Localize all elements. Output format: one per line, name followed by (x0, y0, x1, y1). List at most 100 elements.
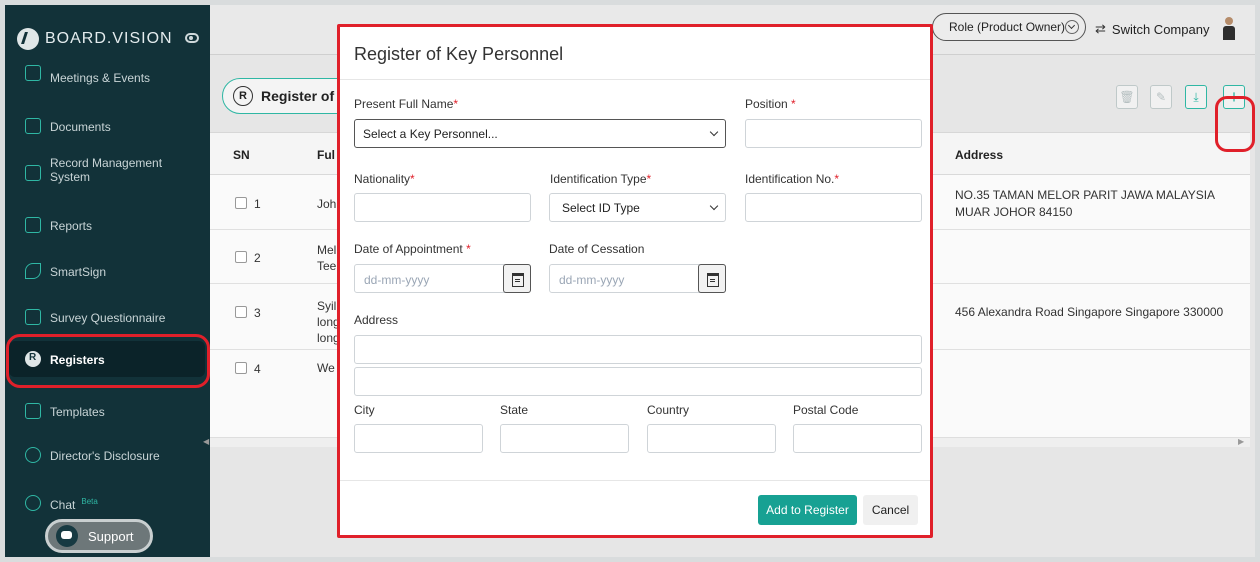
full-name-label: Present Full Name* (354, 97, 459, 111)
date-cessation-label: Date of Cessation (549, 242, 645, 256)
sidebar-item-label: Survey Questionnaire (50, 311, 166, 325)
row-sn: 4 (254, 362, 261, 376)
row-sn: 3 (254, 306, 261, 320)
sidebar-item-label: Chat Beta (50, 497, 98, 512)
full-name-select-value: Select a Key Personnel... (363, 127, 498, 141)
nationality-field[interactable] (354, 193, 531, 222)
country-field[interactable] (647, 424, 776, 453)
role-select[interactable]: Role (Product Owner) (932, 13, 1086, 41)
address-line-1-field[interactable] (354, 335, 922, 364)
trash-icon: 🗑 (1119, 90, 1135, 104)
row-name: Mel Tee (317, 243, 337, 273)
switch-company-label: Switch Company (1111, 21, 1210, 37)
postal-code-field[interactable] (793, 424, 922, 453)
row-name: Joh (317, 197, 337, 211)
records-icon (25, 165, 41, 181)
download-icon: ⤓ (1193, 89, 1199, 104)
swap-arrows-icon: ⇄ (1095, 21, 1106, 36)
delete-button[interactable]: 🗑 (1116, 85, 1138, 109)
row-checkbox[interactable] (235, 306, 247, 318)
sidebar-item-label: Record Management System (50, 156, 163, 184)
country-label: Country (647, 403, 690, 417)
board-vision-logo-icon (17, 28, 39, 50)
full-name-select[interactable]: Select a Key Personnel... (354, 119, 726, 148)
signature-icon (25, 263, 41, 279)
download-button[interactable]: ⤓ (1185, 85, 1207, 109)
row-checkbox[interactable] (235, 251, 247, 263)
register-key-personnel-modal: Register of Key Personnel Present Full N… (337, 24, 933, 538)
position-field[interactable] (745, 119, 922, 148)
sidebar-item-label: Meetings & Events (50, 71, 151, 85)
state-label: State (500, 403, 529, 417)
chevron-down-icon (1065, 20, 1079, 34)
address-line-2-field[interactable] (354, 367, 922, 396)
column-header-full-name[interactable]: Ful (317, 148, 335, 162)
sidebar-item-label: Documents (50, 120, 111, 134)
pencil-icon: ✎ (1155, 90, 1167, 104)
survey-icon (25, 309, 41, 325)
add-to-register-button[interactable]: Add to Register (758, 495, 857, 525)
support-button[interactable]: Support (45, 519, 153, 553)
calendar-icon[interactable] (698, 264, 726, 293)
column-header-address[interactable]: Address (955, 148, 1003, 162)
highlight-registers (6, 334, 210, 388)
row-sn: 2 (254, 251, 261, 265)
sidebar-item-label: Reports (50, 219, 93, 233)
chevron-down-icon (709, 201, 719, 211)
sidebar-item-label: Templates (50, 405, 105, 419)
column-header-sn[interactable]: SN (233, 148, 250, 162)
date-appointment-label: Date of Appointment * (354, 242, 471, 256)
support-label: Support (88, 528, 134, 544)
scroll-left-icon[interactable]: ◀ (203, 437, 209, 446)
brand-name: BOARD.VISION (45, 30, 173, 47)
calendar-check-icon (25, 65, 41, 81)
highlight-add-button (1215, 96, 1255, 152)
nationality-label: Nationality* (354, 172, 415, 186)
switch-company-button[interactable]: ⇄ Switch Company (1095, 21, 1209, 37)
date-appointment-field[interactable]: dd-mm-yyyy (354, 264, 531, 293)
templates-icon (25, 403, 41, 419)
row-name: We (317, 361, 335, 375)
city-label: City (354, 403, 375, 417)
id-type-select[interactable]: Select ID Type (549, 193, 726, 222)
modal-title: Register of Key Personnel (354, 44, 564, 64)
date-cessation-field[interactable]: dd-mm-yyyy (549, 264, 726, 293)
sidebar-item-label: SmartSign (50, 265, 107, 279)
avatar[interactable] (1222, 17, 1236, 41)
role-select-value: Role (Product Owner) (949, 20, 1066, 34)
id-no-field[interactable] (745, 193, 922, 222)
modal-divider (340, 79, 930, 80)
edit-button[interactable]: ✎ (1150, 85, 1172, 109)
row-name: Syil long long (317, 299, 337, 345)
report-icon (25, 217, 41, 233)
cancel-button[interactable]: Cancel (863, 495, 918, 525)
disclosure-icon (25, 447, 41, 463)
address-label: Address (354, 313, 399, 327)
scroll-right-icon[interactable]: ▶ (1238, 437, 1244, 446)
sidebar-toggle-icon[interactable] (185, 33, 199, 43)
city-field[interactable] (354, 424, 483, 453)
state-field[interactable] (500, 424, 629, 453)
postal-code-label: Postal Code (793, 403, 859, 417)
beta-badge: Beta (81, 497, 98, 506)
calendar-icon[interactable] (503, 264, 531, 293)
document-icon (25, 118, 41, 134)
row-address: 456 Alexandra Road Singapore Singapore 3… (955, 305, 1224, 319)
id-no-label: Identification No.* (745, 172, 840, 186)
registers-badge-icon: R (233, 86, 253, 106)
page-title-text: Register of (261, 88, 335, 104)
id-type-label: Identification Type* (550, 172, 652, 186)
sidebar-item-label: Director's Disclosure (50, 449, 160, 463)
brand[interactable]: BOARD.VISION (17, 25, 173, 53)
row-checkbox[interactable] (235, 362, 247, 374)
sidebar: BOARD.VISION Meetings & Events Documents… (5, 5, 210, 557)
date-cessation-placeholder: dd-mm-yyyy (559, 273, 625, 287)
date-appointment-placeholder: dd-mm-yyyy (364, 273, 430, 287)
row-address: NO.35 TAMAN MELOR PARIT JAWA MALAYSIA MU… (955, 188, 1215, 219)
id-type-select-value: Select ID Type (562, 201, 640, 215)
position-label: Position * (745, 97, 796, 111)
chevron-down-icon (709, 127, 719, 137)
modal-divider (340, 480, 930, 481)
row-checkbox[interactable] (235, 197, 247, 209)
row-sn: 1 (254, 197, 261, 211)
